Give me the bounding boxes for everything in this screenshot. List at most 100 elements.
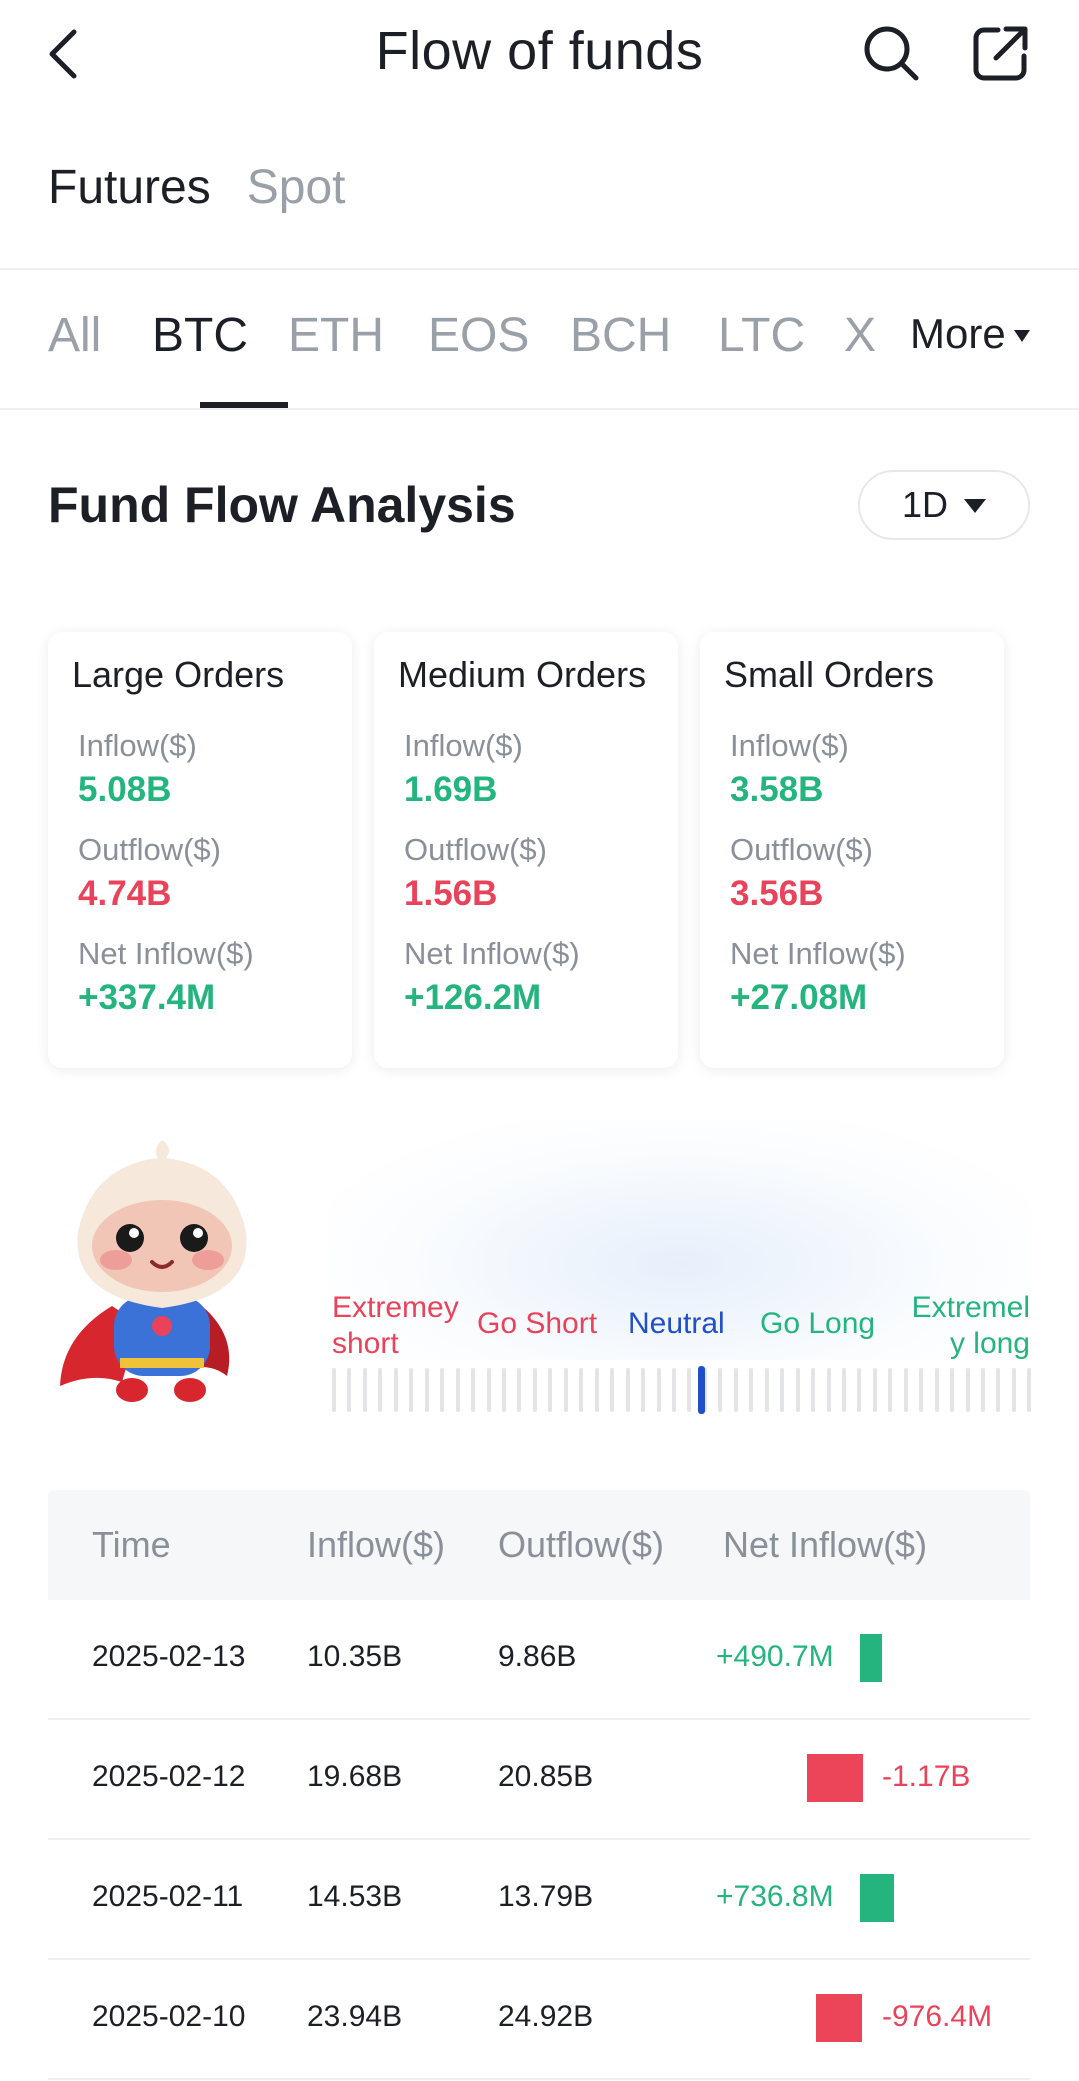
more-dropdown[interactable]: More xyxy=(910,310,1030,358)
coin-tab-all[interactable]: All xyxy=(48,308,101,363)
scale-tick xyxy=(656,1368,661,1412)
scale-tick xyxy=(950,1368,955,1412)
scale-tick xyxy=(440,1368,445,1412)
mascot-illustration xyxy=(60,1140,247,1402)
sentiment-scale xyxy=(332,1368,1032,1416)
net-inflow-bar xyxy=(860,1634,882,1682)
card-title: Large Orders xyxy=(72,654,285,695)
scale-tick xyxy=(749,1368,754,1412)
outflow-value: 4.74B xyxy=(78,874,172,913)
scale-tick xyxy=(841,1368,846,1412)
scale-tick xyxy=(718,1368,723,1412)
net-inflow-bar xyxy=(807,1754,863,1802)
outflow-value: 3.56B xyxy=(730,874,824,913)
caret-down-icon xyxy=(1013,330,1030,342)
scale-tick xyxy=(471,1368,476,1412)
scale-tick xyxy=(1011,1368,1016,1412)
sentiment-extremely-short: Extremey short xyxy=(332,1290,459,1362)
row-inflow: 19.68B xyxy=(307,1760,403,1793)
table-row[interactable]: 2025-02-10 23.94B 24.92B -976.4M xyxy=(48,1960,1030,2080)
large-orders-card: Large Orders Inflow($) 5.08B Outflow($) … xyxy=(48,632,352,1068)
outflow-label: Outflow($) xyxy=(404,832,547,867)
inflow-label: Inflow($) xyxy=(78,728,197,763)
tab-spot[interactable]: Spot xyxy=(247,160,346,215)
column-header-inflow: Inflow($) xyxy=(307,1524,446,1565)
scale-tick xyxy=(687,1368,692,1412)
row-inflow: 10.35B xyxy=(307,1640,403,1673)
coin-tab-bch[interactable]: BCH xyxy=(570,308,671,363)
sentiment-label-line: Extremel xyxy=(911,1291,1030,1324)
net-inflow-value: +337.4M xyxy=(78,978,216,1017)
net-inflow-label: Net Inflow($) xyxy=(730,936,906,971)
divider xyxy=(0,268,1079,270)
scale-tick xyxy=(332,1368,336,1412)
caret-down-icon xyxy=(964,499,987,513)
scale-tick xyxy=(1027,1368,1032,1412)
table-row[interactable]: 2025-02-12 19.68B 20.85B -1.17B xyxy=(48,1720,1030,1840)
scale-tick xyxy=(671,1368,676,1412)
coin-tab-eos[interactable]: EOS xyxy=(428,308,529,363)
net-inflow-bar xyxy=(860,1874,894,1922)
net-inflow-label: Net Inflow($) xyxy=(78,936,254,971)
scale-tick xyxy=(934,1368,939,1412)
scale-tick xyxy=(579,1368,584,1412)
small-orders-card: Small Orders Inflow($) 3.58B Outflow($) … xyxy=(700,632,1004,1068)
scale-tick xyxy=(594,1368,599,1412)
row-outflow: 24.92B xyxy=(498,2000,594,2033)
coin-tab-eth[interactable]: ETH xyxy=(288,308,384,363)
period-value: 1D xyxy=(901,484,949,525)
sentiment-label-line: short xyxy=(332,1327,399,1360)
share-icon[interactable] xyxy=(972,24,1030,82)
row-net-inflow: +736.8M xyxy=(716,1880,834,1913)
divider xyxy=(0,408,1079,410)
scale-tick xyxy=(965,1368,970,1412)
sentiment-label-line: y long xyxy=(949,1327,1030,1360)
coin-tabs: All BTC ETH EOS BCH LTC X More xyxy=(48,300,1079,410)
outflow-label: Outflow($) xyxy=(78,832,221,867)
inflow-label: Inflow($) xyxy=(730,728,849,763)
sentiment-extremely-long: Extremel y long xyxy=(880,1290,1030,1362)
row-inflow: 23.94B xyxy=(307,2000,403,2033)
table-row[interactable]: 2025-02-11 14.53B 13.79B +736.8M xyxy=(48,1840,1030,1960)
sentiment-go-long: Go Long xyxy=(760,1307,876,1340)
inflow-label: Inflow($) xyxy=(404,728,523,763)
row-outflow: 20.85B xyxy=(498,1760,594,1793)
scale-tick xyxy=(981,1368,986,1412)
scale-tick xyxy=(857,1368,862,1412)
outflow-label: Outflow($) xyxy=(730,832,873,867)
scale-tick xyxy=(795,1368,800,1412)
coin-tab-ltc[interactable]: LTC xyxy=(718,308,805,363)
scale-tick xyxy=(733,1368,738,1412)
card-title: Small Orders xyxy=(724,654,935,695)
table-row[interactable]: 2025-02-13 10.35B 9.86B +490.7M xyxy=(48,1600,1030,1720)
top-bar: Flow of funds xyxy=(0,0,1079,110)
net-inflow-value: +27.08M xyxy=(730,978,868,1017)
scale-tick xyxy=(996,1368,1001,1412)
scale-tick xyxy=(486,1368,491,1412)
period-selector[interactable]: 1D xyxy=(858,470,1030,540)
scale-tick xyxy=(563,1368,568,1412)
tab-futures[interactable]: Futures xyxy=(48,160,211,215)
column-header-outflow: Outflow($) xyxy=(498,1524,665,1565)
coin-tab-btc[interactable]: BTC xyxy=(152,308,248,363)
row-inflow: 14.53B xyxy=(307,1880,403,1913)
search-icon[interactable] xyxy=(862,24,920,82)
section-title: Fund Flow Analysis xyxy=(48,477,516,533)
scale-tick xyxy=(347,1368,352,1412)
scale-tick xyxy=(378,1368,383,1412)
scale-tick xyxy=(780,1368,785,1412)
row-time: 2025-02-10 xyxy=(92,2000,246,2033)
row-net-inflow: -976.4M xyxy=(882,2000,993,2033)
sentiment-neutral: Neutral xyxy=(628,1307,725,1340)
card-title: Medium Orders xyxy=(398,654,647,695)
sentiment-indicator xyxy=(698,1366,705,1414)
table-header: Time Inflow($) Outflow($) Net Inflow($) xyxy=(48,1490,1030,1600)
scale-tick xyxy=(393,1368,398,1412)
scale-tick xyxy=(811,1368,816,1412)
net-inflow-label: Net Inflow($) xyxy=(404,936,580,971)
net-inflow-bar xyxy=(816,1994,862,2042)
scale-tick xyxy=(826,1368,831,1412)
coin-tab-x[interactable]: X xyxy=(844,308,876,363)
scale-tick xyxy=(455,1368,460,1412)
inflow-value: 3.58B xyxy=(730,770,824,809)
